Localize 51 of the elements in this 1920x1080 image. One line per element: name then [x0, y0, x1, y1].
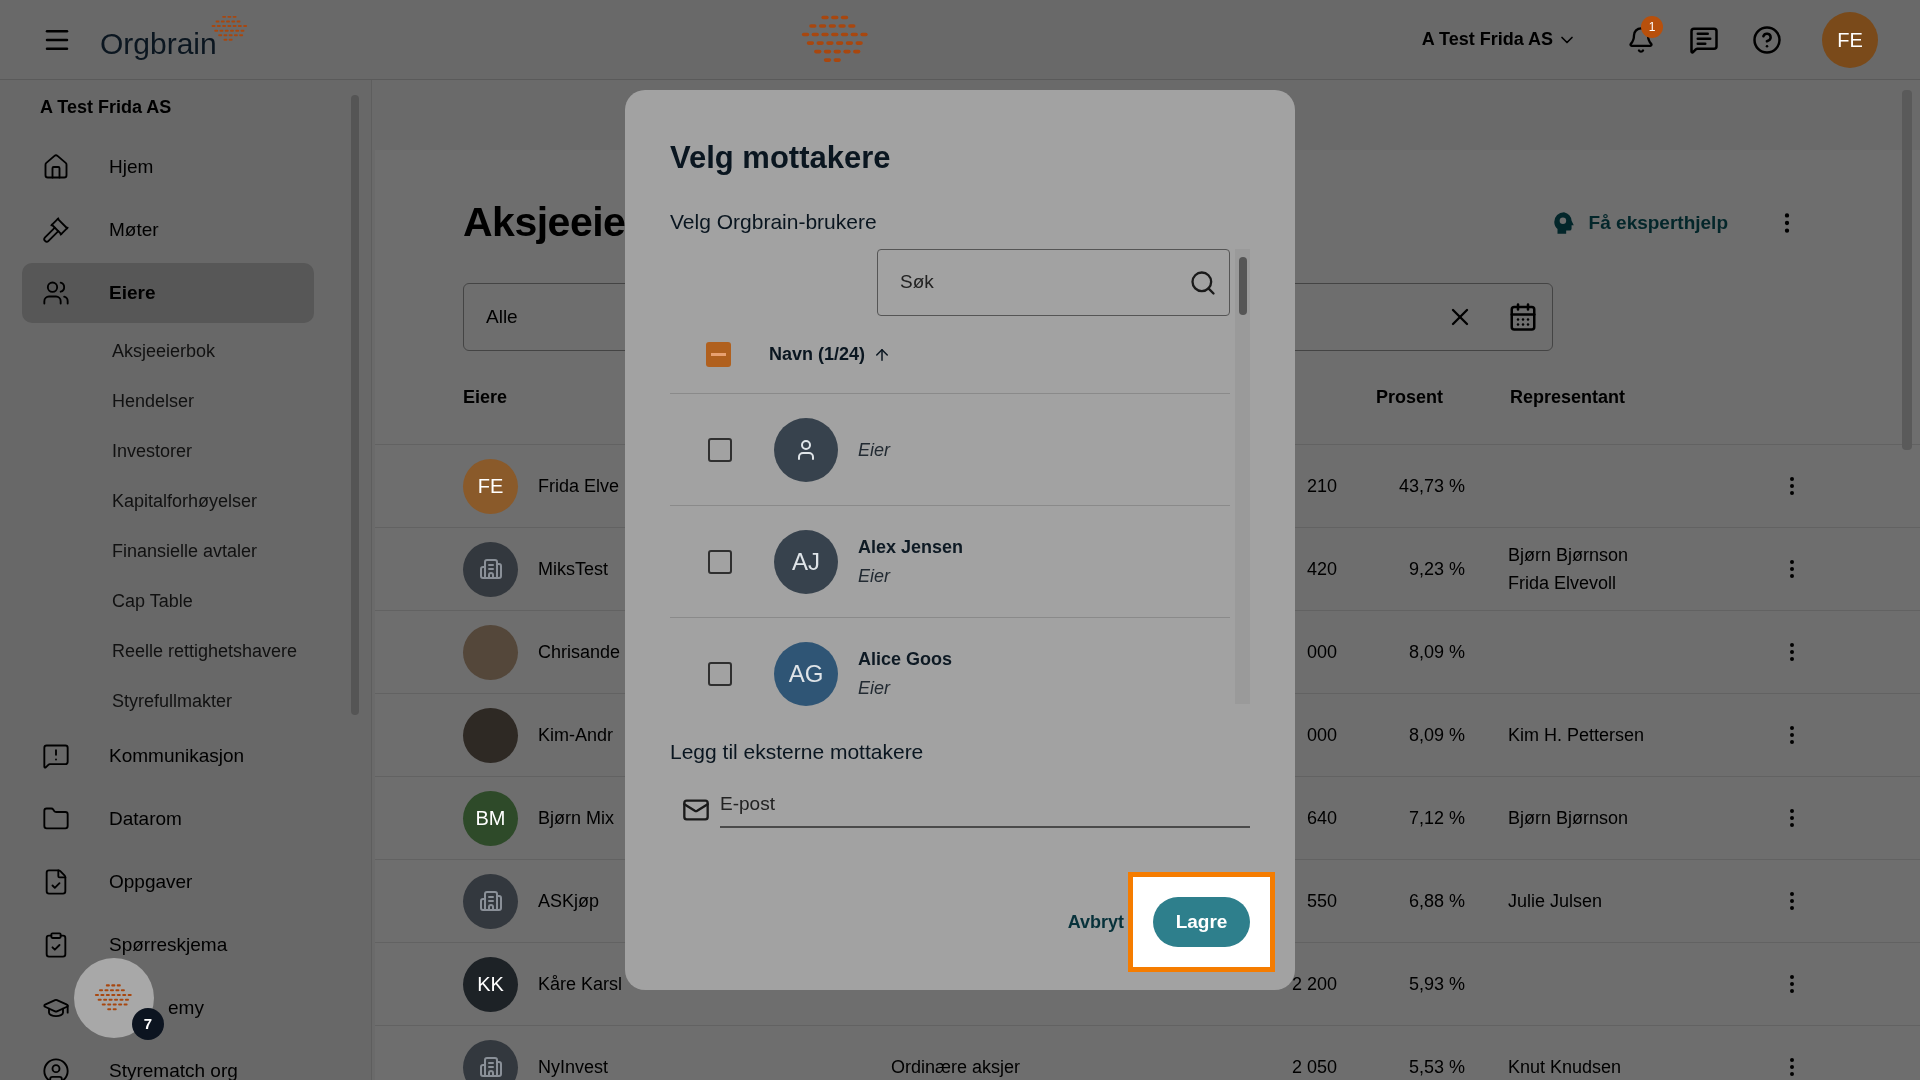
owner-name: ASKjøp — [538, 890, 600, 911]
user-role: Eier — [858, 564, 892, 588]
initials-avatar: FE — [463, 458, 518, 514]
column-header: Prosent — [1376, 386, 1444, 409]
share-amount: 420 — [1306, 558, 1337, 579]
owner-name: Kåre Karsl — [538, 973, 623, 994]
owner-name: Frida Elve — [538, 475, 620, 496]
representative-name: Bjørn Bjørnson — [1508, 807, 1629, 830]
column-header: Eiere — [463, 386, 508, 409]
user-role: Eier — [858, 439, 890, 462]
percent-value: 8,09 % — [1408, 724, 1465, 745]
section-title: Legg til eksterne mottakere — [670, 739, 924, 765]
representative-name: Knut Knudsen — [1508, 1056, 1622, 1079]
logo-text: Orgbrain — [100, 25, 217, 62]
sidebar-company: A Test Frida AS — [40, 96, 172, 119]
share-type: Ordinære aksjer — [891, 1056, 1021, 1077]
column-header: Representant — [1510, 386, 1626, 409]
owner-name: Chrisande — [538, 641, 621, 662]
percent-value: 7,12 % — [1408, 807, 1465, 828]
user-name: Alex Jensen — [858, 535, 964, 559]
owner-name: MiksTest — [538, 558, 608, 579]
dialog-title: Velg mottakere — [670, 139, 891, 177]
user-role: Eier — [858, 677, 892, 700]
percent-value: 6,88 % — [1408, 890, 1465, 911]
percent-value: 9,23 % — [1408, 558, 1465, 579]
owner-name: NyInvest — [538, 1056, 609, 1077]
user-avatar: AJ — [774, 529, 838, 594]
representative-name: Frida Elvevoll — [1508, 572, 1617, 595]
owner-name: Kim-Andr — [538, 724, 613, 745]
page-title: Aksjeeie — [463, 198, 626, 248]
section-title: Velg Orgbrain-brukere — [670, 208, 877, 235]
representative-name: Julie Julsen — [1508, 890, 1603, 913]
user-avatar: AG — [774, 642, 838, 706]
percent-value: 43,73 % — [1398, 475, 1465, 496]
representative-name: Kim H. Pettersen — [1508, 724, 1645, 747]
share-amount: 210 — [1306, 475, 1337, 496]
owner-name: Bjørn Mix — [538, 807, 614, 828]
percent-value: 5,53 % — [1408, 1056, 1465, 1077]
share-amount: 000 — [1306, 724, 1337, 745]
percent-value: 8,09 % — [1408, 641, 1465, 662]
share-amount: 550 — [1306, 890, 1337, 911]
percent-value: 5,93 % — [1408, 973, 1465, 994]
user-name: Alice Goos — [858, 648, 953, 671]
share-amount: 000 — [1306, 641, 1337, 662]
representative-name: Bjørn Bjørnson — [1508, 544, 1629, 567]
initials-avatar: BM — [463, 790, 518, 846]
share-amount: 2 050 — [1291, 1056, 1337, 1077]
share-amount: 2 200 — [1291, 973, 1337, 994]
initials-avatar: KK — [463, 956, 518, 1012]
notification-badge: 1 — [1641, 15, 1663, 38]
share-amount: 640 — [1306, 807, 1337, 828]
